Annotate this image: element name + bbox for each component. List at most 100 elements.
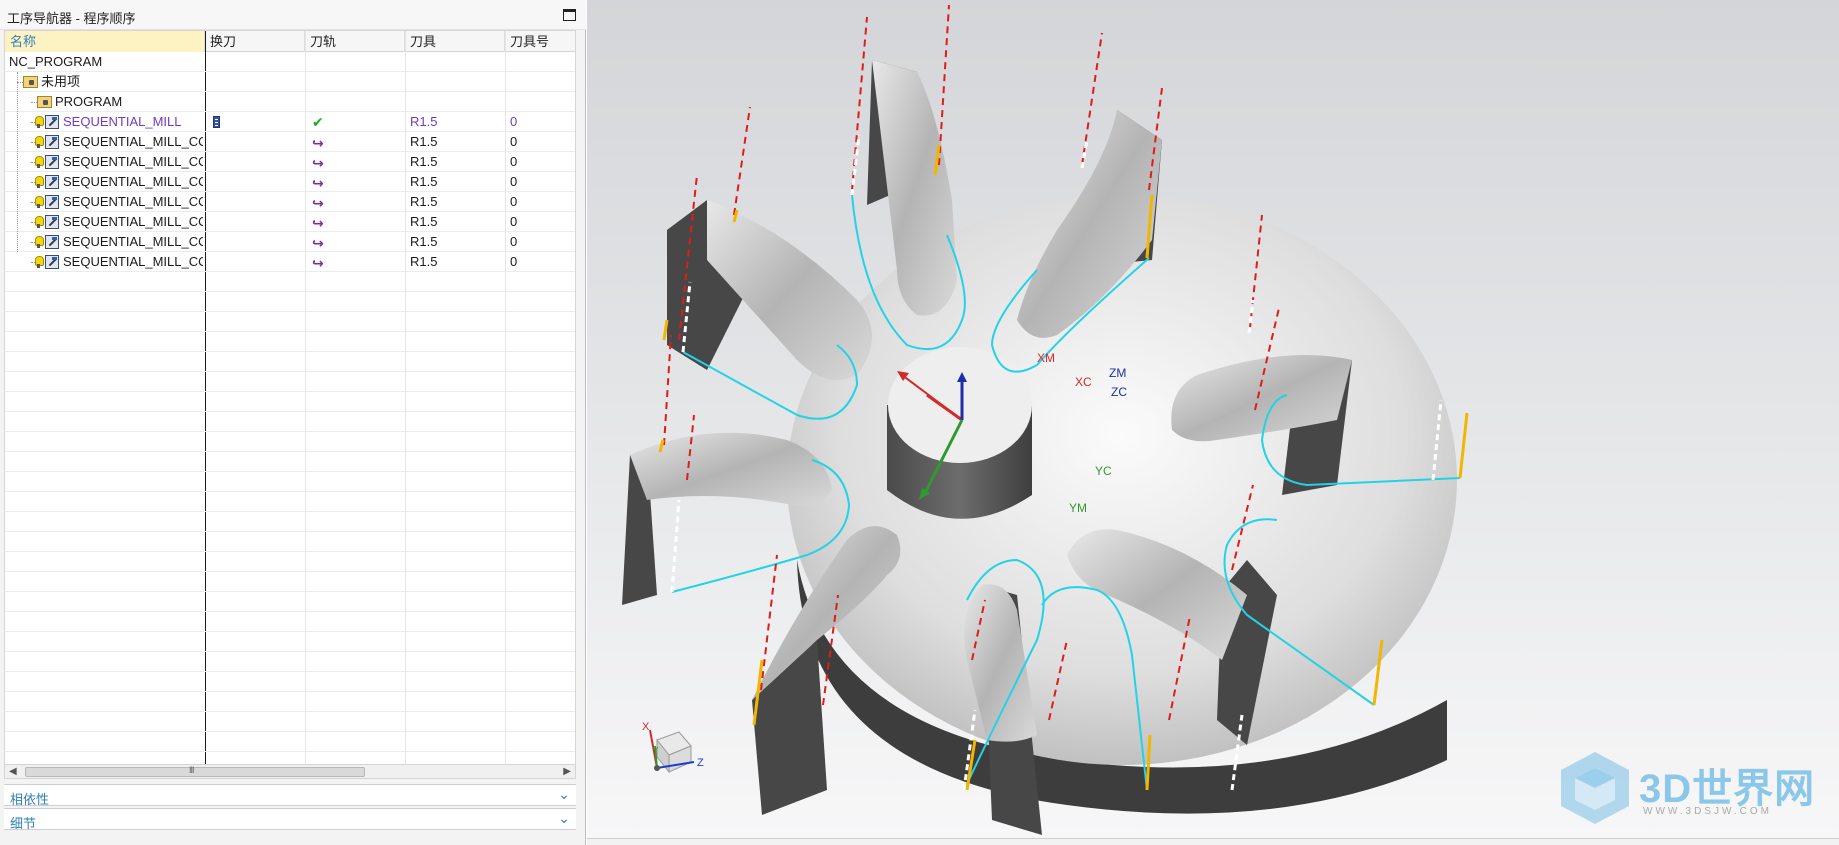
table-row[interactable]: SEQUENTIAL_MILL_CO... ↪ R1.5 0 [5, 232, 575, 252]
regenerate-icon: ↪ [312, 255, 324, 271]
details-section[interactable]: 细节 ⌄ [4, 808, 576, 831]
empty-row [5, 572, 575, 592]
operation-name[interactable]: PROGRAM [55, 92, 203, 112]
axis-label-ym: YM [1069, 501, 1087, 515]
operation-icon [45, 215, 59, 229]
column-header-tool-change[interactable]: 换刀 [205, 31, 305, 52]
scrollbar-thumb[interactable]: III [25, 765, 365, 777]
empty-row [5, 392, 575, 412]
table-row[interactable]: SEQUENTIAL_MILL_CO... ↪ R1.5 0 [5, 252, 575, 272]
empty-row [5, 672, 575, 692]
empty-row [5, 692, 575, 712]
table-row[interactable]: SEQUENTIAL_MILL ✔ R1.5 0 [5, 112, 575, 132]
regenerate-icon: ↪ [312, 195, 324, 211]
table-row[interactable]: PROGRAM [5, 92, 575, 112]
empty-row [5, 272, 575, 292]
empty-row [5, 732, 575, 752]
table-row[interactable]: SEQUENTIAL_MILL_CO... ↪ R1.5 0 [5, 212, 575, 232]
hub-top [888, 347, 1032, 463]
watermark-cube-icon [1561, 752, 1629, 824]
table-row[interactable]: SEQUENTIAL_MILL_CO... ↪ R1.5 0 [5, 192, 575, 212]
operation-name[interactable]: SEQUENTIAL_MILL_CO... [63, 192, 203, 212]
tool-number-cell: 0 [510, 114, 518, 129]
table-row[interactable]: SEQUENTIAL_MILL_CO... ↪ R1.5 0 [5, 152, 575, 172]
table-row[interactable]: SEQUENTIAL_MILL_CO... ↪ R1.5 0 [5, 132, 575, 152]
operation-name[interactable]: SEQUENTIAL_MILL_CO... [63, 172, 203, 192]
operation-icon [45, 195, 59, 209]
empty-row [5, 592, 575, 612]
empty-row [5, 652, 575, 672]
column-header-tool-number[interactable]: 刀具号 [505, 31, 575, 52]
regenerate-icon: ↪ [312, 215, 324, 231]
details-label: 细节 [10, 816, 37, 831]
status-bulb-icon [35, 196, 44, 208]
horizontal-scrollbar[interactable]: ◀ III ▶ [4, 764, 576, 779]
empty-row [5, 412, 575, 432]
empty-row [5, 532, 575, 552]
tool-number-cell: 0 [510, 134, 518, 149]
empty-row [5, 332, 575, 352]
chevron-down-icon[interactable]: ⌄ [558, 786, 570, 803]
operation-name[interactable]: SEQUENTIAL_MILL_CO... [63, 252, 203, 272]
empty-row [5, 452, 575, 472]
column-header-toolpath[interactable]: 刀轨 [305, 31, 405, 52]
tool-number-cell: 0 [510, 194, 518, 209]
graphics-viewport[interactable]: XM XC ZM ZC YC YM X Y Z [587, 0, 1839, 838]
status-bulb-icon [35, 216, 44, 228]
status-bulb-icon [35, 256, 44, 268]
status-bulb-icon [35, 156, 44, 168]
column-header-name[interactable]: 名称 [5, 31, 205, 52]
operation-navigator-panel: 工序导航器 - 程序顺序 名称 换刀 刀轨 刀具 刀具号 NC_PROGRAM 未… [0, 0, 586, 845]
maximize-icon[interactable] [563, 9, 576, 21]
empty-row [5, 472, 575, 492]
operation-name[interactable]: 未用项 [41, 72, 203, 92]
dependencies-section[interactable]: 相依性 ⌄ [4, 784, 576, 807]
operation-name[interactable]: SEQUENTIAL_MILL [63, 112, 203, 132]
scroll-right-icon[interactable]: ▶ [563, 766, 571, 777]
tool-cell: R1.5 [410, 114, 438, 129]
operation-icon [45, 155, 59, 169]
operation-name[interactable]: SEQUENTIAL_MILL_CO... [63, 212, 203, 232]
empty-row [5, 372, 575, 392]
scroll-left-icon[interactable]: ◀ [9, 766, 17, 777]
tool-cell: R1.5 [410, 214, 438, 229]
tool-cell: R1.5 [410, 174, 438, 189]
axis-label-zm: ZM [1109, 366, 1126, 380]
dependencies-label: 相依性 [10, 792, 50, 807]
operation-icon [45, 115, 59, 129]
operation-name[interactable]: SEQUENTIAL_MILL_CO... [63, 132, 203, 152]
regenerate-icon: ↪ [312, 235, 324, 251]
navigator-title-bar: 工序导航器 - 程序顺序 [0, 0, 586, 30]
table-row[interactable]: SEQUENTIAL_MILL_CO... ↪ R1.5 0 [5, 172, 575, 192]
triad-label-x: X [642, 721, 650, 733]
status-bulb-icon [35, 236, 44, 248]
operation-name[interactable]: NC_PROGRAM [9, 52, 203, 72]
empty-row [5, 712, 575, 732]
empty-row [5, 632, 575, 652]
check-icon: ✔ [312, 114, 324, 130]
operation-name[interactable]: SEQUENTIAL_MILL_CO... [63, 152, 203, 172]
tool-cell: R1.5 [410, 194, 438, 209]
status-strip [587, 838, 1839, 845]
regenerate-icon: ↪ [312, 155, 324, 171]
empty-row [5, 432, 575, 452]
empty-row [5, 552, 575, 572]
tool-number-cell: 0 [510, 214, 518, 229]
operation-name[interactable]: SEQUENTIAL_MILL_CO... [63, 232, 203, 252]
tool-cell: R1.5 [410, 134, 438, 149]
status-bulb-icon [35, 136, 44, 148]
operation-icon [45, 255, 59, 269]
chevron-down-icon[interactable]: ⌄ [558, 810, 570, 827]
navigator-title: 工序导航器 - 程序顺序 [7, 11, 136, 26]
table-row[interactable]: NC_PROGRAM [5, 52, 575, 72]
empty-row [5, 612, 575, 632]
empty-row [5, 312, 575, 332]
operation-tree-grid[interactable]: 名称 换刀 刀轨 刀具 刀具号 NC_PROGRAM 未用项 PROGRAM SEQU… [4, 30, 576, 766]
status-bulb-icon [35, 116, 44, 128]
tool-number-cell: 0 [510, 154, 518, 169]
regenerate-icon: ↪ [312, 175, 324, 191]
status-bulb-icon [35, 176, 44, 188]
empty-row [5, 492, 575, 512]
table-row[interactable]: 未用项 [5, 72, 575, 92]
column-header-tool[interactable]: 刀具 [405, 31, 505, 52]
